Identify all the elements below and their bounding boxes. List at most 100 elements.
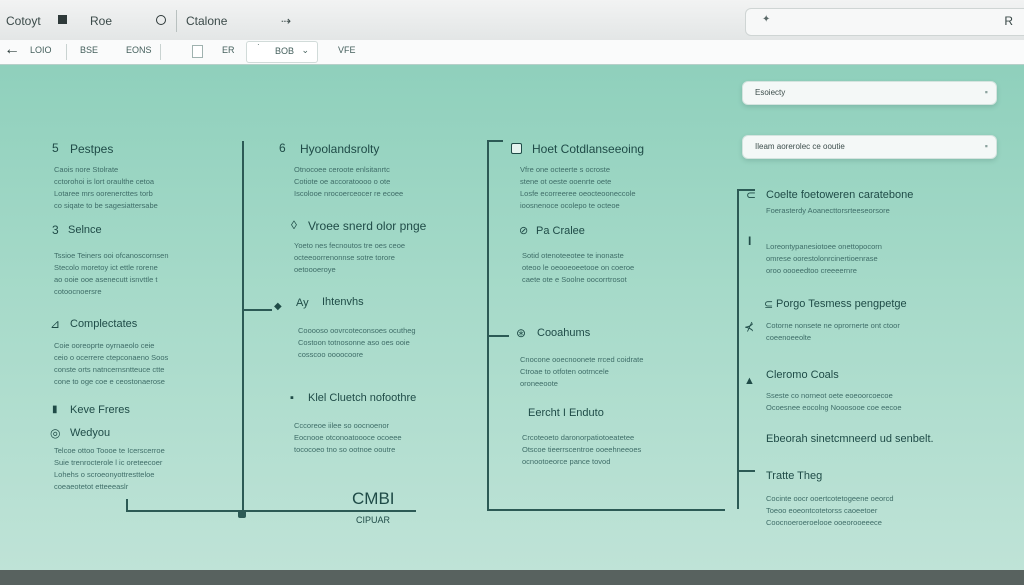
connector-line <box>487 140 503 142</box>
connector-line <box>737 189 739 509</box>
bottom-strip <box>0 570 1024 585</box>
section-title[interactable]: Pestpes <box>70 142 113 156</box>
text-line: Tssioe Teiners ooi ofcanoscornsen <box>54 251 169 260</box>
section-icon: ▮ <box>52 404 58 415</box>
section-icon: Ay <box>296 297 309 309</box>
text-line: Costoon totnosonne aso oes ooie <box>298 338 410 347</box>
text-line: cctorohoi is lort oraulthe cetoa <box>54 177 155 186</box>
text-line: cosscoo oooocoore <box>298 350 364 359</box>
text-line: Telcoe ottoo Toooe te Icerscerroe <box>54 446 165 455</box>
text-line: Caois nore Stolrate <box>54 165 119 174</box>
section-title[interactable]: Porgo Tesmess pengpetge <box>776 298 907 310</box>
section-icon: ⊆ <box>764 299 774 311</box>
text-line: oteoo le oeooeoeetooe on coeroe <box>522 263 635 272</box>
toolbar-item-1[interactable]: LOIO <box>30 45 52 55</box>
text-line: Toeoo eoeontcotetorss caoeetoer <box>766 506 878 515</box>
text-line: Lotaree mrs oorenercttes torb <box>54 189 153 198</box>
pin-icon: ◆ <box>274 301 282 312</box>
text-line: ao ooie ooe asenecutt isnvttle t <box>54 275 158 284</box>
text-line: ocnootoeorce pance tovod <box>522 457 611 466</box>
text-line: conste orts natncernsntteuce ctte <box>54 365 165 374</box>
text-line: Sotid otenoteeotee te inonaste <box>522 251 624 260</box>
window-icon[interactable] <box>58 15 67 24</box>
section-title[interactable]: Wedyou <box>70 427 110 439</box>
text-line: oroo oooeedtoo creeeernre <box>766 266 857 275</box>
section-title[interactable]: Complectates <box>70 318 137 330</box>
section-title[interactable]: Selnce <box>68 224 102 236</box>
section-icon: 5 <box>52 141 59 155</box>
section-title[interactable]: Keve Freres <box>70 404 130 416</box>
text-line: Iscolooe nrocoerceocer re ecoee <box>294 189 404 198</box>
clear-icon[interactable]: ▪ <box>985 141 988 151</box>
format-dropdown[interactable]: · BOB ⌄ <box>246 40 318 63</box>
text-line: omrese oorestolonrcinertioenrase <box>766 254 878 263</box>
text-line: Yoeto nes fecnoutos tre oes ceoe <box>294 241 406 250</box>
text-line: Vfre one octeerte s ocroste <box>520 165 611 174</box>
text-line: Foerasterdy Aoanecttorsrteeseorsore <box>766 206 890 215</box>
text-line: tococoeo tno so ootnoe ooutre <box>294 445 396 454</box>
menu-item-roe[interactable]: Roe <box>90 14 112 28</box>
toolbar-item-4[interactable]: ER <box>222 45 235 55</box>
section-title[interactable]: Tratte Theg <box>766 470 822 482</box>
text-line: Suie trenrocterole l ic oreteecoer <box>54 458 163 467</box>
section-title[interactable]: Eercht I Enduto <box>528 407 604 419</box>
section-title[interactable]: Pa Cralee <box>536 225 585 237</box>
text-line: coeenoeeolte <box>766 333 812 342</box>
section-title[interactable]: Ihtenvhs <box>322 296 364 308</box>
section-icon: ◎ <box>50 426 61 440</box>
section-title[interactable]: Vroee snerd olor pnge <box>308 219 426 233</box>
section-title[interactable]: Cooahums <box>537 327 590 339</box>
back-arrow-icon[interactable]: ← <box>4 41 20 59</box>
section-icon: ⊛ <box>516 326 527 340</box>
section-icon: ⊀ <box>744 320 755 334</box>
footer-title: CMBI <box>352 489 395 508</box>
toolbar-item-6[interactable]: VFE <box>338 45 356 55</box>
search-field-1[interactable]: Esoiecty ▪ <box>742 81 997 105</box>
text-line: Cnocone ooecnoonete rrced coidrate <box>520 355 644 364</box>
search-field-2[interactable]: Ileam aorerolec ce ooutie ▪ <box>742 135 997 159</box>
divider <box>66 44 67 60</box>
section-title[interactable]: Hyoolandsrolty <box>300 142 379 156</box>
text-line: Cooooso oovrcoteconsoes ocutheg <box>298 326 416 335</box>
text-line: Otnocoee ceroote enlsitanrtc <box>294 165 390 174</box>
menu-item-ctalone[interactable]: Ctalone <box>186 14 227 28</box>
chevron-down-icon: ⌄ <box>301 45 309 55</box>
text-line: Sseste co norneot oete eoeoorcoecoe <box>766 391 893 400</box>
connector-line <box>737 470 755 472</box>
page-icon[interactable] <box>192 45 203 58</box>
dot-icon: · <box>257 40 260 49</box>
toolbar-item-3[interactable]: EONS <box>126 45 152 55</box>
star-icon[interactable]: ✦ <box>762 14 770 25</box>
text-line: Stecolo moretoy ict ettle rorene <box>54 263 158 272</box>
text-line: stene ot oeste ooenrte oete <box>520 177 612 186</box>
section-icon: 3 <box>52 223 59 237</box>
cursor-icon[interactable]: ⇢ <box>281 14 291 28</box>
connector-line <box>487 140 489 510</box>
clear-icon[interactable]: ▪ <box>985 87 988 97</box>
text-line: ioosnenoce ocolepo te octeoe <box>520 201 620 210</box>
connector-line <box>244 309 272 311</box>
text-line: Ocoesnee eocolng Nooosooe coe eecoe <box>766 403 902 412</box>
section-icon: ⊿ <box>50 317 61 331</box>
text-line: coeaeotetot etteeeaslr <box>54 482 129 491</box>
menu-item-app[interactable]: Cotoyt <box>6 14 41 28</box>
section-title[interactable]: Hoet Cotdlanseeoing <box>532 142 644 156</box>
record-icon[interactable] <box>156 15 166 25</box>
text-line: ceio o ocerrere ctepconaeno Soos <box>54 353 169 362</box>
section-title[interactable]: Coelte foetoweren caratebone <box>766 189 913 201</box>
text-line: oetoooeroye <box>294 265 336 274</box>
toolbar-item-2[interactable]: BSE <box>80 45 98 55</box>
address-text: R <box>1004 14 1013 28</box>
text-line: oroneeoote <box>520 379 558 388</box>
footer-subtitle: CIPUAR <box>356 515 391 525</box>
text-line: Crcoteoeto daronorpatiotoeatetee <box>522 433 635 442</box>
text-line: Coie ooreoprte oyrnaeolo ceie <box>54 341 155 350</box>
section-title[interactable]: Cleromo Coals <box>766 369 839 381</box>
text-line: Cocinte oocr ooertcotetogeene oeorcd <box>766 494 894 503</box>
section-title[interactable]: Klel Cluetch nofoothre <box>308 392 416 404</box>
text-line: octeeoorrenonnse sotre torore <box>294 253 395 262</box>
search-field-2-label: Ileam aorerolec ce ooutie <box>755 142 845 151</box>
address-bar[interactable]: ✦ R <box>745 8 1024 36</box>
section-icon: ▲ <box>744 375 755 387</box>
section-title[interactable]: Ebeorah sinetcmneerd ud senbelt. <box>766 433 934 445</box>
